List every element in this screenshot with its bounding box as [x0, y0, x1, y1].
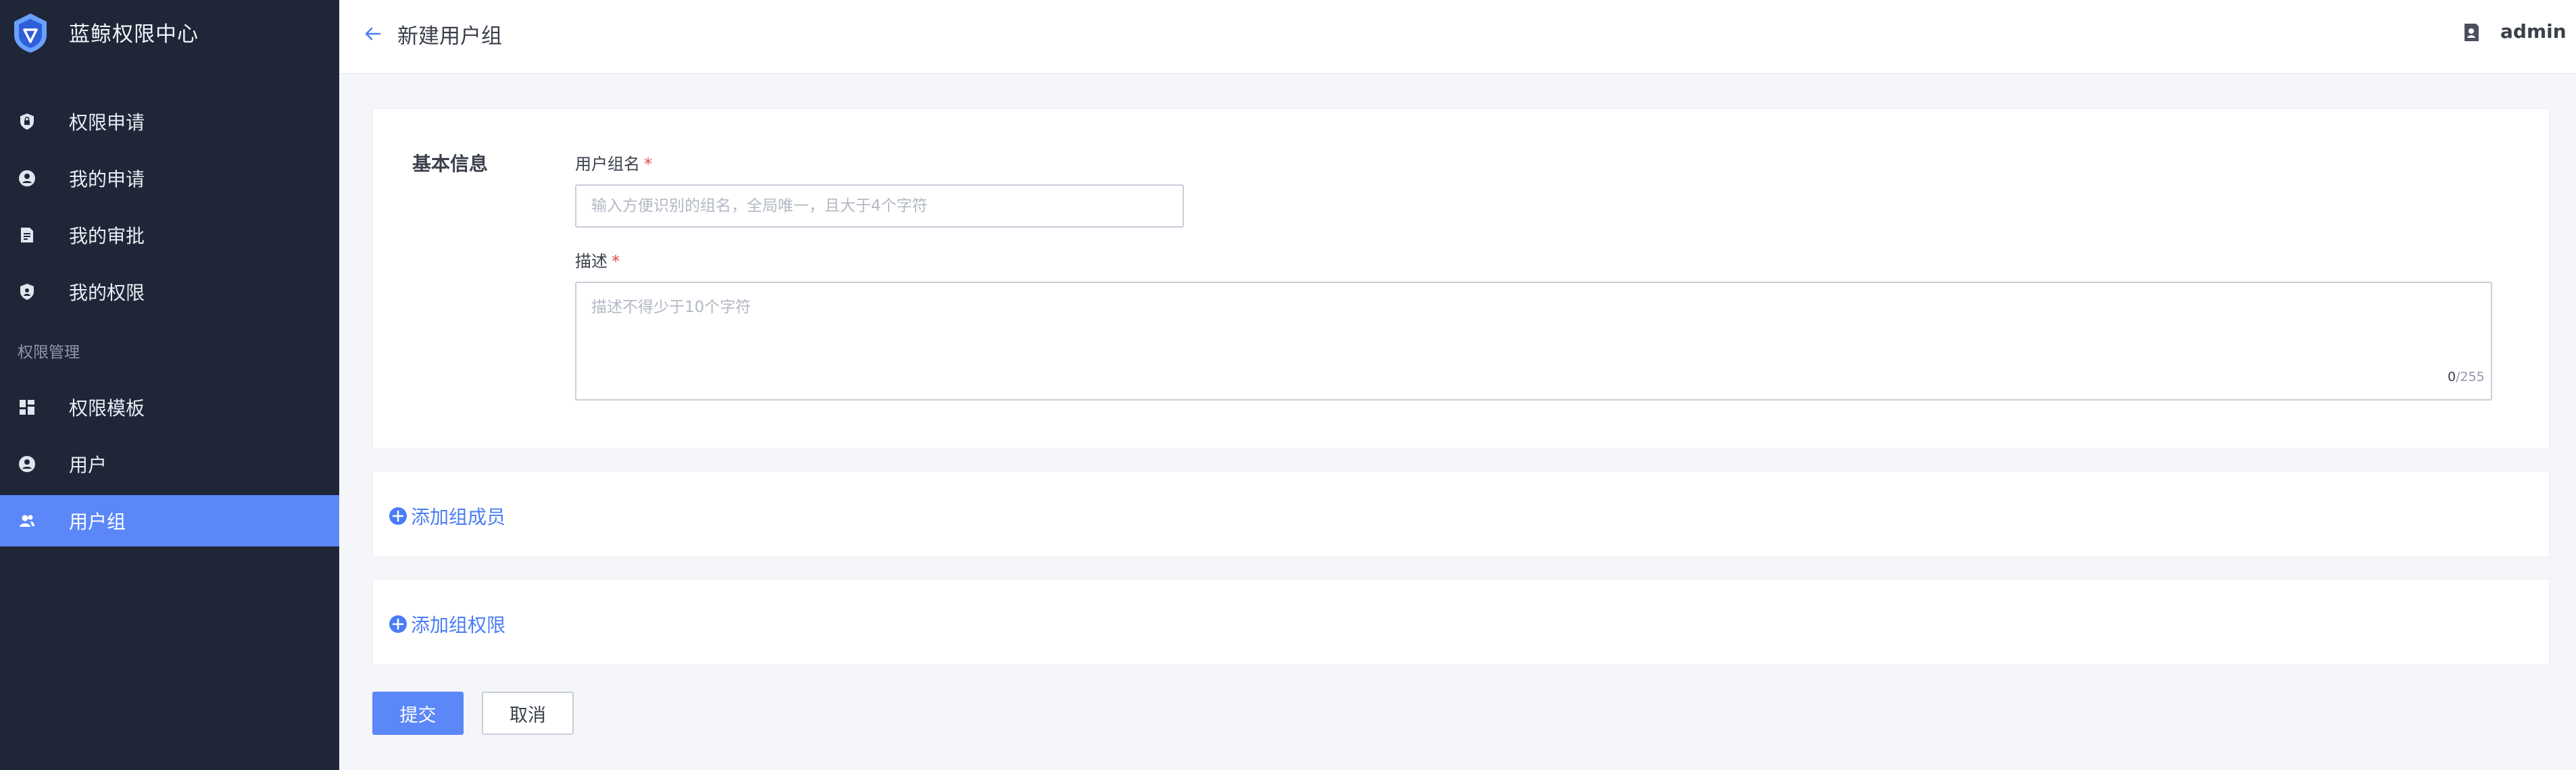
sidebar-item-my-applications[interactable]: 我的申请 — [0, 153, 339, 204]
plus-circle-icon — [389, 615, 407, 633]
arrow-left-icon[interactable] — [362, 23, 384, 45]
sidebar-item-user-groups[interactable]: 用户组 — [0, 495, 339, 546]
shield-user-icon — [20, 284, 34, 300]
sidebar-item-my-permissions[interactable]: 我的权限 — [0, 266, 339, 317]
required-mark: * — [644, 155, 652, 174]
brand[interactable]: 蓝鲸权限中心 — [0, 0, 339, 65]
cancel-button[interactable]: 取消 — [482, 692, 574, 735]
user-icon — [19, 456, 35, 472]
sidebar-item-my-approvals[interactable]: 我的审批 — [0, 209, 339, 261]
add-permissions-button[interactable]: 添加组权限 — [388, 611, 505, 638]
bluking-logo-icon — [14, 14, 47, 53]
sidebar-item-label: 权限模板 — [69, 397, 145, 419]
user-circle-icon — [19, 170, 35, 186]
page-title: 新建用户组 — [397, 24, 502, 49]
document-icon — [21, 228, 33, 242]
group-name-input[interactable] — [575, 184, 1184, 228]
top-header: 新建用户组 admin — [339, 0, 2576, 74]
sidebar-item-users[interactable]: 用户 — [0, 438, 339, 490]
app-title: 蓝鲸权限中心 — [69, 22, 199, 47]
current-user[interactable]: admin — [2500, 20, 2567, 43]
sidebar-item-label: 用户组 — [69, 511, 126, 533]
description-label: 描述 * — [575, 252, 620, 271]
description-textarea[interactable] — [575, 282, 2492, 401]
sidebar: 蓝鲸权限中心 权限申请 我的申请 我的审批 我的权限 权限管理 权限模板 用户 … — [0, 0, 339, 770]
sidebar-item-permission-templates[interactable]: 权限模板 — [0, 382, 339, 433]
menu-group-label: 权限管理 — [18, 344, 80, 361]
submit-button[interactable]: 提交 — [372, 692, 464, 735]
basic-info-card: 基本信息 用户组名* 描述* 0/255 — [372, 108, 2550, 448]
required-mark: * — [612, 252, 620, 271]
grid-icon — [20, 400, 34, 415]
group-name-label: 用户组名 * — [575, 155, 652, 174]
sidebar-item-permission-apply[interactable]: 权限申请 — [0, 96, 339, 147]
sidebar-item-label: 我的权限 — [69, 282, 145, 304]
sidebar-item-label: 我的审批 — [69, 225, 145, 247]
permissions-card: 添加组权限 — [372, 579, 2550, 665]
members-card: 添加组成员 — [372, 471, 2550, 557]
sidebar-item-label: 用户 — [69, 454, 107, 476]
users-icon — [20, 515, 34, 527]
add-members-label: 添加组成员 — [411, 506, 506, 528]
add-members-button[interactable]: 添加组成员 — [388, 503, 505, 530]
add-permissions-label: 添加组权限 — [411, 614, 506, 636]
sidebar-item-label: 我的申请 — [69, 168, 145, 190]
sidebar-item-label: 权限申请 — [69, 111, 145, 134]
section-title: 基本信息 — [412, 153, 489, 175]
plus-circle-icon — [389, 507, 407, 525]
char-counter: 0/255 — [2448, 369, 2485, 384]
user-badge-icon[interactable] — [2462, 22, 2480, 43]
shield-lock-icon — [20, 113, 34, 130]
